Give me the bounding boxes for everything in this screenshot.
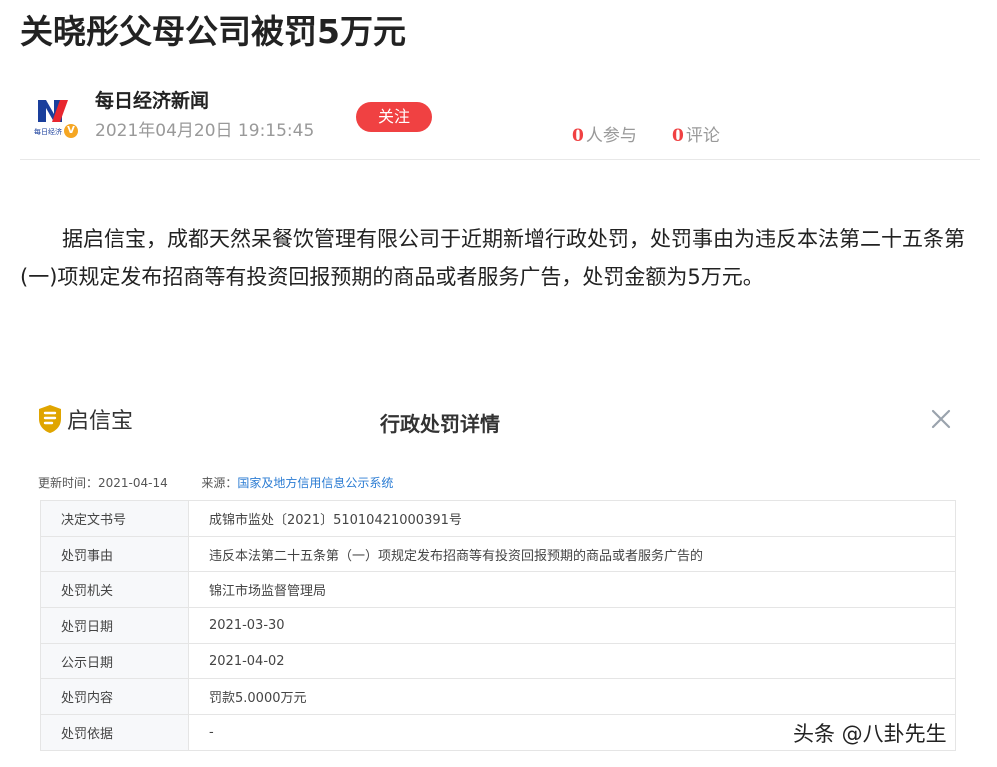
- row-key: 处罚日期: [40, 607, 189, 644]
- verified-badge-icon: V: [62, 122, 80, 140]
- penalty-detail-table: 决定文书号 成锦市监处〔2021〕51010421000391号 处罚事由 违反…: [40, 500, 956, 751]
- follow-button[interactable]: 关注: [356, 102, 432, 132]
- row-key: 处罚内容: [40, 678, 189, 716]
- comments-label: 评论: [685, 126, 720, 146]
- card-title: 行政处罚详情: [380, 412, 500, 436]
- comments-count: 0: [672, 126, 684, 146]
- article-paragraph: 据启信宝，成都天然呆餐饮管理有限公司于近期新增行政处罚，处罚事由为违反本法第二十…: [20, 227, 965, 289]
- penalty-card: 启信宝 行政处罚详情 更新时间：2021-04-14 来源：国家及地方信用信息公…: [20, 390, 980, 767]
- table-row: 公示日期 2021-04-02: [40, 642, 956, 680]
- table-row: 处罚内容 罚款5.0000万元: [40, 678, 956, 716]
- participants-label: 人参与: [585, 126, 637, 146]
- row-key: 处罚机关: [40, 571, 189, 609]
- table-row: 处罚事由 违反本法第二十五条第（一）项规定发布招商等有投资回报预期的商品或者服务…: [40, 535, 956, 573]
- source-link[interactable]: 国家及地方信用信息公示系统: [237, 476, 393, 490]
- table-row: 处罚日期 2021-03-30: [40, 607, 956, 644]
- row-key: 公示日期: [40, 642, 189, 680]
- row-key: 决定文书号: [40, 500, 189, 537]
- watermark: 头条 @八卦先生: [793, 722, 947, 746]
- row-value: 2021-03-30: [188, 607, 956, 644]
- article-title: 关晓彤父母公司被罚5万元: [20, 12, 406, 51]
- source-label: 来源：: [201, 476, 238, 490]
- participants-count: 0: [572, 126, 584, 146]
- participants-stat[interactable]: 0 人参与: [572, 121, 637, 146]
- row-key: 处罚依据: [40, 714, 189, 751]
- publish-time: 2021年04月20日 19:15:45: [95, 121, 315, 141]
- comments-stat[interactable]: 0 评论: [672, 121, 720, 146]
- row-value: 成锦市监处〔2021〕51010421000391号: [188, 500, 956, 537]
- row-value: 违反本法第二十五条第（一）项规定发布招商等有投资回报预期的商品或者服务广告的: [188, 535, 956, 573]
- close-icon[interactable]: [928, 406, 954, 432]
- row-value: 罚款5.0000万元: [188, 678, 956, 716]
- table-row: 处罚机关 锦江市场监督管理局: [40, 571, 956, 609]
- update-time: 更新时间：2021-04-14: [38, 476, 168, 490]
- author-bar: 每日经济新闻 V 每日经济新闻 2021年04月20日 19:15:45 关注 …: [20, 80, 980, 160]
- row-value: 锦江市场监督管理局: [188, 571, 956, 609]
- meta-line: 更新时间：2021-04-14 来源：国家及地方信用信息公示系统: [38, 474, 393, 491]
- table-row: 决定文书号 成锦市监处〔2021〕51010421000391号: [40, 500, 956, 537]
- author-name[interactable]: 每日经济新闻: [95, 86, 209, 113]
- row-key: 处罚事由: [40, 535, 189, 573]
- row-value: 2021-04-02: [188, 642, 956, 680]
